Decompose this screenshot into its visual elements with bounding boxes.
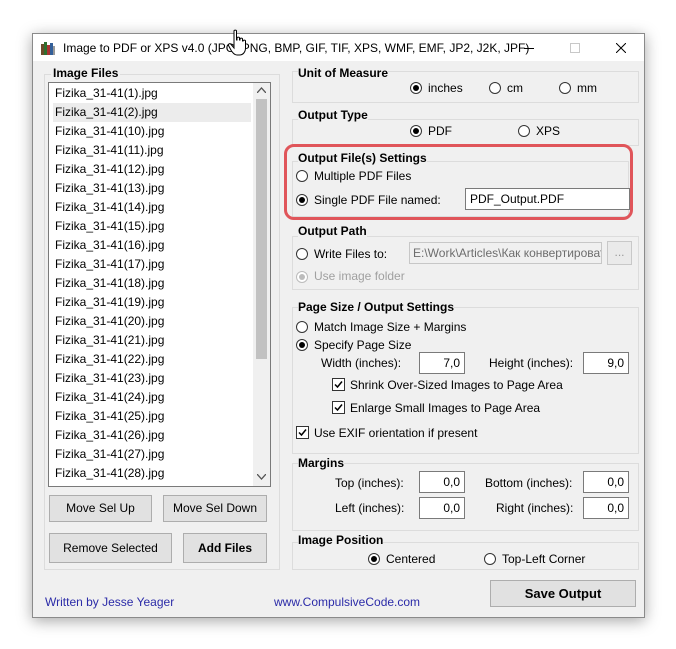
output-pdf-radio[interactable] [410,125,422,137]
shrink-images-label: Shrink Over-Sized Images to Page Area [350,378,563,392]
top-left-corner-label: Top-Left Corner [502,552,586,566]
app-icon [41,42,55,55]
bottom-margin-input[interactable]: 0,0 [583,471,629,493]
remove-selected-button[interactable]: Remove Selected [49,533,172,563]
specify-page-size-radio[interactable] [296,339,308,351]
list-item[interactable]: Fizika_31-41(27).jpg [55,445,164,464]
output-xps-radio[interactable] [518,125,530,137]
move-sel-down-button[interactable]: Move Sel Down [163,495,267,522]
enlarge-images-checkbox[interactable] [332,401,345,414]
maximize-icon [570,42,580,53]
checkmark-icon [334,404,343,412]
page-size-label: Page Size / Output Settings [298,300,455,314]
image-files-list[interactable]: Fizika_31-41(1).jpg Fizika_31-41(2).jpg Fi… [48,82,271,487]
maximize-button[interactable] [552,34,598,61]
minimize-button[interactable] [506,34,552,61]
bottom-margin-label: Bottom (inches): [485,476,573,490]
centered-label: Centered [386,552,436,566]
list-item[interactable]: Fizika_31-41(18).jpg [55,274,164,293]
scrollbar-thumb[interactable] [256,99,267,359]
image-position-label: Image Position [298,533,384,547]
title-bar[interactable]: Image to PDF or XPS v4.0 (JPG, PNG, BMP,… [33,34,644,61]
scroll-up-icon[interactable] [257,87,266,93]
height-label: Height (inches): [489,356,574,370]
right-margin-input[interactable]: 0,0 [583,497,629,519]
list-item[interactable]: Fizika_31-41(28).jpg [55,464,164,483]
list-item[interactable]: Fizika_31-41(19).jpg [55,293,164,312]
list-item[interactable]: Fizika_31-41(25).jpg [55,407,164,426]
width-label: Width (inches): [321,356,402,370]
output-type-group [292,119,639,146]
hand-cursor-icon [227,29,246,56]
unit-mm-radio[interactable] [559,82,571,94]
list-item[interactable]: Fizika_31-41(17).jpg [55,255,164,274]
write-files-to-radio[interactable] [296,248,308,260]
unit-inches-radio[interactable] [410,82,422,94]
list-item[interactable]: Fizika_31-41(23).jpg [55,369,164,388]
move-sel-up-button[interactable]: Move Sel Up [49,495,152,522]
add-files-button[interactable]: Add Files [183,533,267,563]
list-item[interactable]: Fizika_31-41(21).jpg [55,331,164,350]
centered-radio[interactable] [368,553,380,565]
output-path-label: Output Path [298,224,367,238]
use-image-folder-label: Use image folder [314,269,405,283]
list-item[interactable]: Fizika_31-41(13).jpg [55,179,164,198]
write-files-to-label: Write Files to: [314,247,388,261]
output-xps-label: XPS [536,124,561,138]
list-scrollbar[interactable] [253,83,270,486]
use-image-folder-radio[interactable] [296,271,308,283]
close-button[interactable] [598,34,644,61]
window-title: Image to PDF or XPS v4.0 (JPG, PNG, BMP,… [63,41,530,55]
match-image-size-label: Match Image Size + Margins [314,320,467,334]
match-image-size-radio[interactable] [296,321,308,333]
unit-mm-label: mm [577,81,597,95]
list-item[interactable]: Fizika_31-41(12).jpg [55,160,164,179]
list-item[interactable]: Fizika_31-41(14).jpg [55,198,164,217]
output-pdf-label: PDF [428,124,452,138]
output-type-label: Output Type [298,108,368,122]
list-item[interactable]: Fizika_31-41(1).jpg [55,84,158,103]
width-input[interactable]: 7,0 [419,352,465,374]
left-margin-input[interactable]: 0,0 [419,497,465,519]
top-left-corner-radio[interactable] [484,553,496,565]
unit-inches-label: inches [428,81,463,95]
checkmark-icon [298,429,307,437]
list-item[interactable]: Fizika_31-41(16).jpg [55,236,164,255]
unit-of-measure-label: Unit of Measure [298,66,389,80]
specify-page-size-label: Specify Page Size [314,338,412,352]
list-item[interactable]: Fizika_31-41(10).jpg [55,122,164,141]
unit-cm-radio[interactable] [489,82,501,94]
shrink-images-checkbox[interactable] [332,378,345,391]
left-margin-label: Left (inches): [335,501,405,515]
list-item[interactable]: Fizika_31-41(20).jpg [55,312,164,331]
output-path-input[interactable]: E:\Work\Articles\Как конвертировать [409,242,602,264]
top-margin-label: Top (inches): [335,476,404,490]
list-item[interactable]: Fizika_31-41(15).jpg [55,217,164,236]
author-link[interactable]: Written by Jesse Yeager [45,595,174,609]
list-item[interactable]: Fizika_31-41(26).jpg [55,426,164,445]
browse-button[interactable]: ... [607,241,632,265]
close-icon [616,42,626,53]
highlight-annotation [284,144,633,220]
top-margin-input[interactable]: 0,0 [419,471,465,493]
scroll-down-icon[interactable] [257,474,266,480]
checkmark-icon [334,381,343,389]
right-margin-label: Right (inches): [496,501,574,515]
website-link[interactable]: www.CompulsiveCode.com [274,595,420,609]
minimize-icon [524,47,534,49]
app-window: Image to PDF or XPS v4.0 (JPG, PNG, BMP,… [32,33,645,618]
list-item[interactable]: Fizika_31-41(24).jpg [55,388,164,407]
exif-orientation-checkbox[interactable] [296,426,309,439]
image-files-label: Image Files [51,66,121,80]
exif-orientation-label: Use EXIF orientation if present [314,426,478,440]
list-item[interactable]: Fizika_31-41(2).jpg [53,103,251,122]
enlarge-images-label: Enlarge Small Images to Page Area [350,401,541,415]
height-input[interactable]: 9,0 [583,352,629,374]
margins-label: Margins [298,456,345,470]
list-item[interactable]: Fizika_31-41(22).jpg [55,350,164,369]
list-item[interactable]: Fizika_31-41(11).jpg [55,141,164,160]
save-output-button[interactable]: Save Output [490,580,636,607]
unit-cm-label: cm [507,81,523,95]
